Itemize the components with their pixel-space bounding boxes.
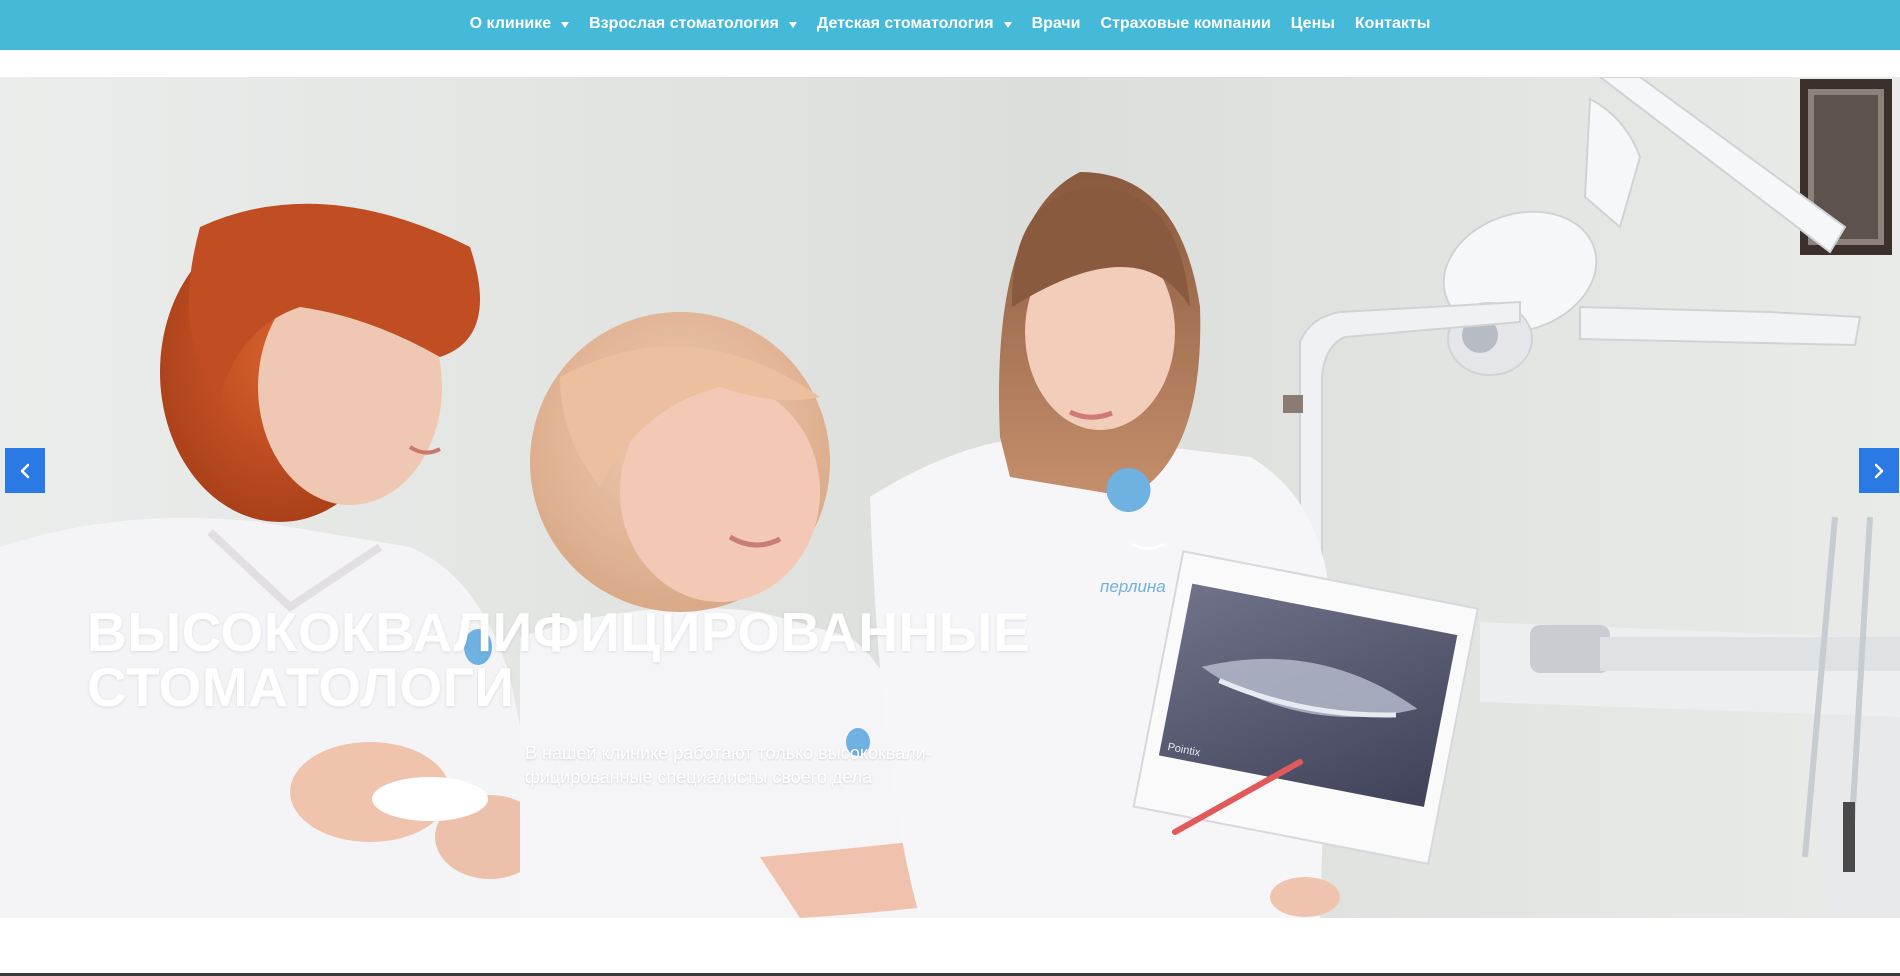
nav-item-adult-dentistry[interactable]: Взрослая стоматология bbox=[589, 15, 797, 33]
nav-item-kids-dentistry[interactable]: Детская стоматология bbox=[817, 15, 1012, 33]
chevron-left-icon bbox=[20, 463, 30, 478]
caret-down-icon bbox=[1003, 22, 1012, 28]
caret-down-icon bbox=[561, 22, 570, 28]
nav-item-insurance[interactable]: Страховые компании bbox=[1101, 15, 1271, 33]
slide-photo: перлина Pointix bbox=[0, 77, 1900, 918]
nav-item-prices[interactable]: Цены bbox=[1291, 15, 1335, 33]
nav-item-contacts[interactable]: Контакты bbox=[1355, 15, 1430, 33]
main-navigation: О клинике Взрослая стоматология Детская … bbox=[0, 0, 1900, 50]
nav-item-label: Взрослая стоматология bbox=[589, 15, 779, 32]
nav-item-label: Страховые компании bbox=[1100, 15, 1271, 32]
nav-item-label: Цены bbox=[1290, 15, 1335, 32]
chevron-right-icon bbox=[1874, 463, 1884, 478]
hero-slider: перлина Pointix ВЫСОКОКВАЛИФИЦИРОВАННЫЕ … bbox=[0, 77, 1900, 918]
slider-next-button[interactable] bbox=[1859, 448, 1899, 493]
nav-item-about-clinic[interactable]: О клинике bbox=[470, 15, 570, 33]
nav-item-label: О клинике bbox=[469, 15, 552, 32]
nav-menu: О клинике Взрослая стоматология Детская … bbox=[460, 15, 1441, 35]
xray-sheet: Pointix bbox=[1132, 550, 1479, 865]
nav-item-label: Детская стоматология bbox=[816, 15, 994, 32]
slider-prev-button[interactable] bbox=[5, 448, 45, 493]
nav-item-doctors[interactable]: Врачи bbox=[1032, 15, 1081, 33]
nav-item-label: Врачи bbox=[1031, 15, 1081, 32]
caret-down-icon bbox=[788, 22, 797, 28]
shirt-logo-text: перлина bbox=[1100, 577, 1166, 596]
nav-item-label: Контакты bbox=[1354, 15, 1431, 32]
